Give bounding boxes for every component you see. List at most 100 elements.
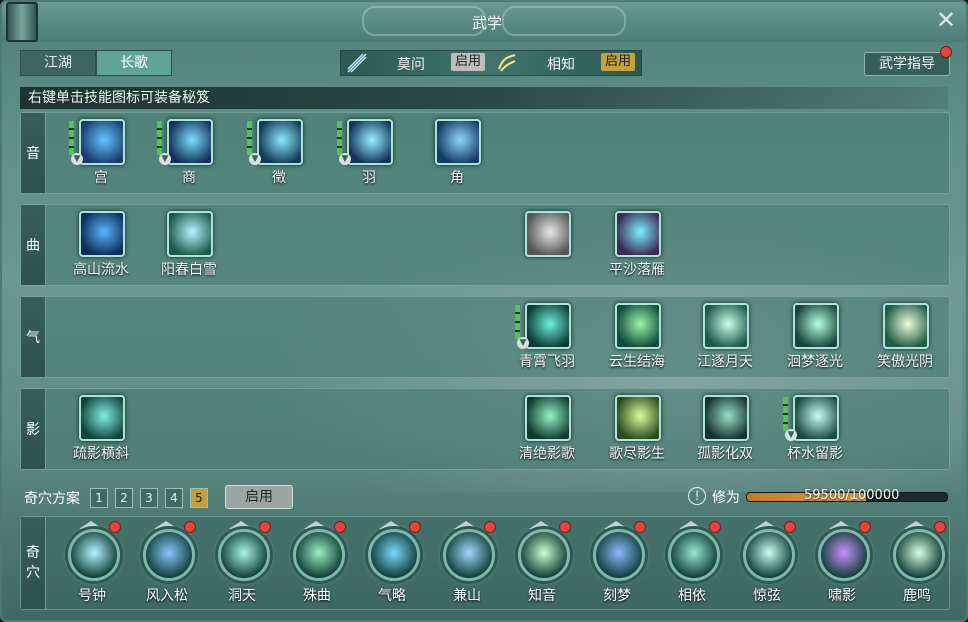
qixue-point-name: 知音 (528, 588, 556, 604)
set-mowen-enable-button[interactable]: 启用 (451, 53, 486, 71)
shadow-dash-icon[interactable] (79, 395, 125, 441)
qixue-plan-1-button[interactable]: 1 (90, 488, 108, 508)
qixue-plan-4-button[interactable]: 4 (165, 488, 183, 508)
skill-slot[interactable]: 江逐月天 (685, 299, 765, 377)
hand-swirl-icon[interactable] (167, 119, 213, 165)
qixue-plan-3-button[interactable]: 3 (140, 488, 158, 508)
skill-slot[interactable]: 疏影横斜 (61, 391, 141, 469)
qixue-plan-2-button[interactable]: 2 (115, 488, 133, 508)
skill-slot[interactable]: ▼ 徵 (239, 115, 319, 193)
slash-icon[interactable] (525, 303, 571, 349)
vortex-icon[interactable] (218, 529, 270, 581)
skill-slot[interactable]: ▼ 商 (149, 115, 229, 193)
qixue-point[interactable]: 知音 (505, 521, 579, 607)
qixue-point[interactable]: 气略 (355, 521, 429, 607)
notification-dot (409, 521, 421, 533)
light-flare-icon[interactable] (883, 303, 929, 349)
qixue-point[interactable]: 刻梦 (580, 521, 654, 607)
skill-slot[interactable]: 阳春白雪 (149, 207, 229, 285)
dropdown-icon[interactable]: ▼ (339, 153, 351, 165)
xiuwei-label: 修为 (712, 490, 740, 506)
expand-up-icon[interactable] (154, 521, 178, 529)
blade-streak-icon[interactable] (615, 395, 661, 441)
hand-wave-icon[interactable] (347, 119, 393, 165)
skill-name: 笑傲光阴 (877, 354, 933, 370)
skill-row-4: 影疏影横斜 清绝影歌 歌尽影生 孤影化双 ▼ 杯水留影 (20, 388, 950, 470)
expand-up-icon[interactable] (79, 521, 103, 529)
skill-slot[interactable]: 角 (417, 115, 497, 193)
qixue-point[interactable]: 号钟 (55, 521, 129, 607)
expand-up-icon[interactable] (379, 521, 403, 529)
set-xiangzhi-enable-button[interactable]: 启用 (601, 53, 636, 71)
sprint-icon[interactable] (525, 395, 571, 441)
skill-slot[interactable]: ▼ 宫 (61, 115, 141, 193)
info-icon[interactable]: ! (688, 487, 706, 505)
expand-up-icon[interactable] (529, 521, 553, 529)
skill-slot[interactable]: 洄梦逐光 (775, 299, 855, 377)
heart-chime-icon[interactable] (68, 529, 120, 581)
skill-slot[interactable]: 高山流水 (61, 207, 141, 285)
dream-figure-icon[interactable] (793, 303, 839, 349)
skill-slot[interactable]: ▼ 羽 (329, 115, 409, 193)
qixue-plan-bar: 奇穴方案 12345 启用 ! 修为 59500/100000 (20, 482, 948, 510)
whirlpool-icon[interactable] (615, 303, 661, 349)
expand-up-icon[interactable] (304, 521, 328, 529)
comet-icon[interactable] (368, 529, 420, 581)
qixue-point[interactable]: 风入松 (130, 521, 204, 607)
skill-slot[interactable] (507, 207, 587, 285)
tab-jianghu[interactable]: 江湖 (20, 50, 96, 76)
sparkle-burst-icon[interactable] (703, 303, 749, 349)
dropdown-icon[interactable]: ▼ (159, 153, 171, 165)
expand-up-icon[interactable] (904, 521, 928, 529)
expand-up-icon[interactable] (454, 521, 478, 529)
qixue-point[interactable]: 兼山 (430, 521, 504, 607)
wind-figure-icon[interactable] (143, 529, 195, 581)
dropdown-icon[interactable]: ▼ (517, 337, 529, 349)
martial-guide-button[interactable]: 武学指导 (864, 52, 950, 76)
qixue-enable-button[interactable]: 启用 (225, 485, 293, 509)
qixue-point[interactable]: 啸影 (805, 521, 879, 607)
skill-slot[interactable]: 歌尽影生 (597, 391, 677, 469)
figure-aura-icon[interactable] (615, 211, 661, 257)
qixue-plan-5-button[interactable]: 5 (190, 488, 208, 508)
qixue-point[interactable]: 鹿鸣 (880, 521, 954, 607)
star-burst-icon[interactable] (593, 529, 645, 581)
skill-slot[interactable]: ▼ 杯水留影 (775, 391, 855, 469)
leaf-swirl-icon[interactable] (293, 529, 345, 581)
expand-up-icon[interactable] (604, 521, 628, 529)
snowflake-icon[interactable] (167, 211, 213, 257)
water-drop-icon[interactable] (79, 211, 125, 257)
hand-wind-icon[interactable] (257, 119, 303, 165)
dropdown-icon[interactable]: ▼ (249, 153, 261, 165)
string-burst-icon[interactable] (743, 529, 795, 581)
skill-slot[interactable]: ▼ 青霄飞羽 (507, 299, 587, 377)
title-bar[interactable]: 武学 ✕ (2, 2, 966, 42)
white-flower-icon[interactable] (525, 211, 571, 257)
expand-up-icon[interactable] (754, 521, 778, 529)
hand-flow-icon[interactable] (435, 119, 481, 165)
embrace-icon[interactable] (668, 529, 720, 581)
dropdown-icon[interactable]: ▼ (785, 429, 797, 441)
skill-slot[interactable]: 孤影化双 (685, 391, 765, 469)
mountain-wave-icon[interactable] (443, 529, 495, 581)
skill-slot[interactable]: 笑傲光阴 (865, 299, 945, 377)
deer-icon[interactable] (893, 529, 945, 581)
skill-slot[interactable]: 清绝影歌 (507, 391, 587, 469)
skill-slot[interactable]: 平沙落雁 (597, 207, 677, 285)
qixue-point[interactable]: 洞天 (205, 521, 279, 607)
purple-eye-icon[interactable] (818, 529, 870, 581)
expand-up-icon[interactable] (679, 521, 703, 529)
expand-up-icon[interactable] (229, 521, 253, 529)
sound-ring-icon[interactable] (518, 529, 570, 581)
qixue-point[interactable]: 殊曲 (280, 521, 354, 607)
expand-up-icon[interactable] (829, 521, 853, 529)
hand-strings-icon[interactable] (79, 119, 125, 165)
heart-ring-icon[interactable] (793, 395, 839, 441)
qixue-point[interactable]: 相依 (655, 521, 729, 607)
qixue-point[interactable]: 惊弦 (730, 521, 804, 607)
dropdown-icon[interactable]: ▼ (71, 153, 83, 165)
skill-slot[interactable]: 云生结海 (597, 299, 677, 377)
shadow-clone-icon[interactable] (703, 395, 749, 441)
close-icon[interactable]: ✕ (934, 8, 958, 32)
tab-changge[interactable]: 长歌 (96, 50, 172, 76)
